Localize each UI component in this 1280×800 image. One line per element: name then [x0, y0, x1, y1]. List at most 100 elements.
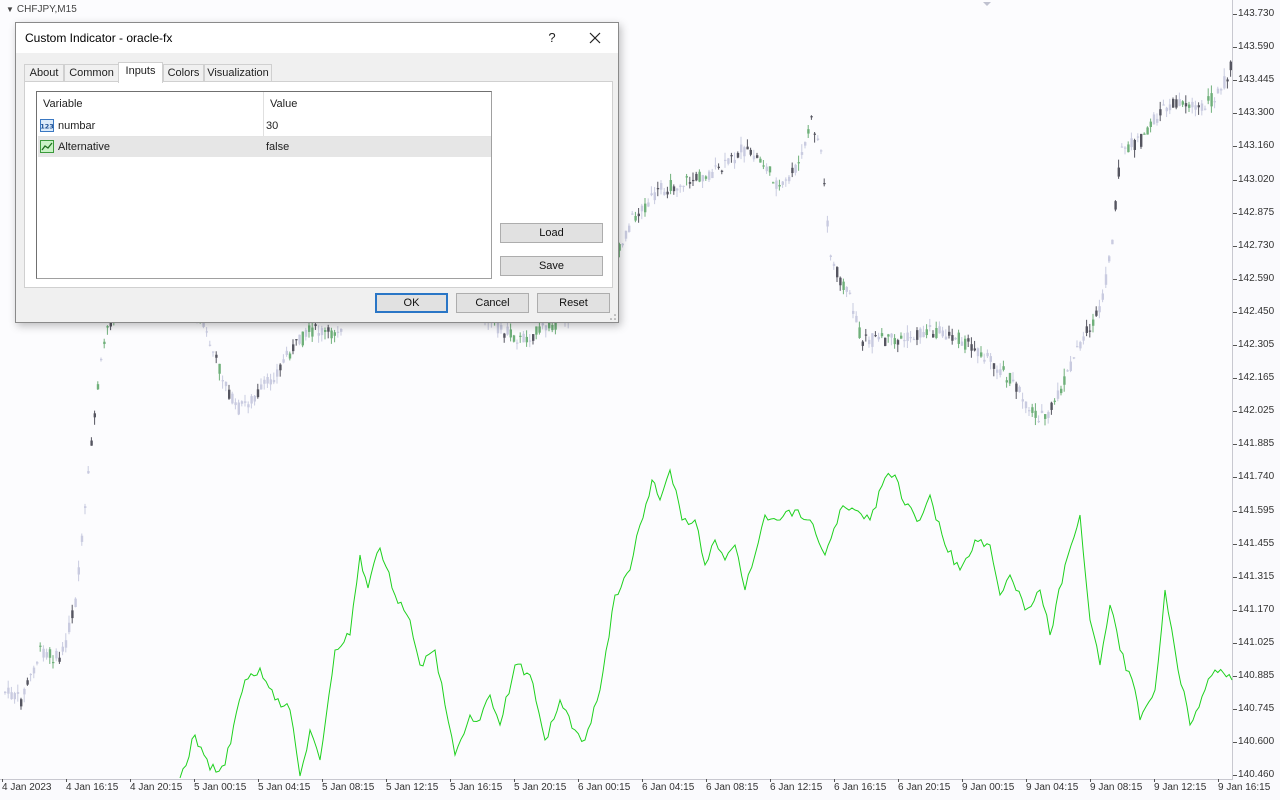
time-tick-label: 9 Jan 08:15: [1090, 779, 1143, 793]
candle-body: [781, 181, 784, 185]
candle-body: [743, 147, 746, 157]
tab-common[interactable]: Common: [64, 64, 119, 82]
candle-body: [647, 202, 650, 207]
candle-body: [93, 413, 96, 418]
candle-body: [1021, 399, 1024, 402]
candle-body: [1223, 76, 1226, 89]
candle-body: [1156, 118, 1159, 123]
candle-body: [13, 693, 16, 700]
candle-body: [231, 393, 234, 404]
price-tick-label: 141.315: [1232, 570, 1275, 582]
candle-body: [653, 192, 656, 201]
ok-button[interactable]: OK: [375, 293, 448, 313]
tab-inputs[interactable]: Inputs: [118, 62, 163, 83]
candle-body: [205, 331, 208, 333]
candle-body: [58, 657, 61, 662]
candle-body: [1076, 346, 1079, 348]
price-tick-label: 141.740: [1232, 471, 1275, 483]
input-value[interactable]: 30: [266, 116, 278, 136]
candle-body: [1210, 93, 1213, 107]
candle-body: [544, 325, 548, 331]
tab-visualization[interactable]: Visualization: [204, 64, 272, 82]
candle-body: [925, 329, 928, 336]
candle-body: [266, 377, 269, 384]
close-icon: [589, 32, 601, 44]
symbol-label: ▼ CHFJPY,M15: [6, 4, 77, 15]
price-tick-label: 141.025: [1232, 636, 1275, 648]
candle-body: [1002, 366, 1005, 370]
input-value[interactable]: false: [266, 137, 289, 157]
candle-body: [330, 330, 333, 339]
candle-body: [1040, 410, 1044, 413]
price-tick-label: 142.305: [1232, 339, 1275, 350]
candle-body: [532, 334, 535, 341]
load-button[interactable]: Load: [500, 223, 603, 243]
candle-body: [980, 352, 983, 357]
candle-body: [1069, 361, 1072, 371]
input-row-alternative[interactable]: Alternative false: [38, 137, 491, 157]
resize-grip-icon[interactable]: [608, 312, 616, 320]
time-tick-label: 9 Jan 04:15: [1026, 779, 1079, 793]
candle-body: [311, 327, 314, 337]
candle-body: [1149, 121, 1152, 128]
candle-body: [999, 369, 1002, 376]
candle-body: [218, 363, 221, 374]
candle-body: [314, 324, 317, 326]
dialog-titlebar[interactable]: Custom Indicator - oracle-fx ?: [16, 23, 618, 53]
candle-body: [304, 329, 308, 337]
indicator-line: [179, 468, 1233, 779]
candle-body: [1120, 146, 1124, 148]
close-button[interactable]: [584, 28, 606, 48]
candle-body: [749, 149, 752, 155]
candle-body: [20, 699, 23, 707]
save-button[interactable]: Save: [500, 256, 603, 276]
help-button[interactable]: ?: [544, 28, 560, 48]
candle-body: [823, 183, 826, 185]
candle-body: [1136, 136, 1140, 138]
candle-body: [1092, 319, 1095, 326]
price-tick-label: 140.745: [1232, 703, 1275, 715]
candle-body: [759, 158, 762, 163]
time-tick-label: 4 Jan 20:15: [130, 779, 183, 793]
candle-body: [762, 165, 765, 167]
candle-body: [1226, 79, 1229, 82]
candle-body: [1143, 133, 1146, 135]
candle-body: [752, 155, 756, 160]
candle-body: [708, 171, 711, 180]
candle-body: [240, 401, 244, 404]
candle-body: [1018, 386, 1021, 393]
cancel-button[interactable]: Cancel: [456, 293, 529, 313]
candle-body: [1028, 410, 1031, 412]
candle-body: [1095, 310, 1098, 316]
candle-body: [848, 292, 852, 294]
tab-colors[interactable]: Colors: [163, 64, 204, 82]
candle-body: [250, 396, 253, 404]
column-header-variable[interactable]: Variable: [37, 92, 265, 116]
candle-body: [327, 327, 330, 332]
reset-button[interactable]: Reset: [537, 293, 610, 313]
candle-body: [845, 286, 848, 292]
price-axis: 143.730 143.590 143.445 143.300 143.160 143.0…: [1232, 0, 1280, 780]
candle-body: [711, 171, 714, 179]
candle-body: [1114, 201, 1117, 210]
column-header-value[interactable]: Value: [264, 92, 490, 116]
candle-body: [954, 337, 957, 340]
candle-body: [948, 331, 951, 336]
candle-body: [1200, 103, 1204, 111]
candle-body: [1085, 326, 1088, 333]
candle-body: [733, 159, 736, 164]
candle-body: [282, 359, 285, 363]
candle-body: [736, 152, 740, 158]
candle-body: [276, 369, 279, 377]
tab-about[interactable]: About: [24, 64, 64, 82]
inputs-grid[interactable]: Variable Value 123 numbar 30 Alternative…: [36, 91, 492, 279]
candle-body: [1124, 147, 1127, 149]
candle-body: [864, 334, 868, 336]
custom-indicator-dialog: Custom Indicator - oracle-fx ? About Com…: [15, 22, 619, 323]
price-tick-label: 143.300: [1232, 107, 1275, 119]
input-row-numbar[interactable]: 123 numbar 30: [38, 116, 491, 136]
chevron-down-icon[interactable]: ▼: [6, 5, 14, 14]
candle-body: [871, 333, 874, 347]
candle-body: [887, 334, 890, 337]
candle-body: [32, 667, 36, 674]
